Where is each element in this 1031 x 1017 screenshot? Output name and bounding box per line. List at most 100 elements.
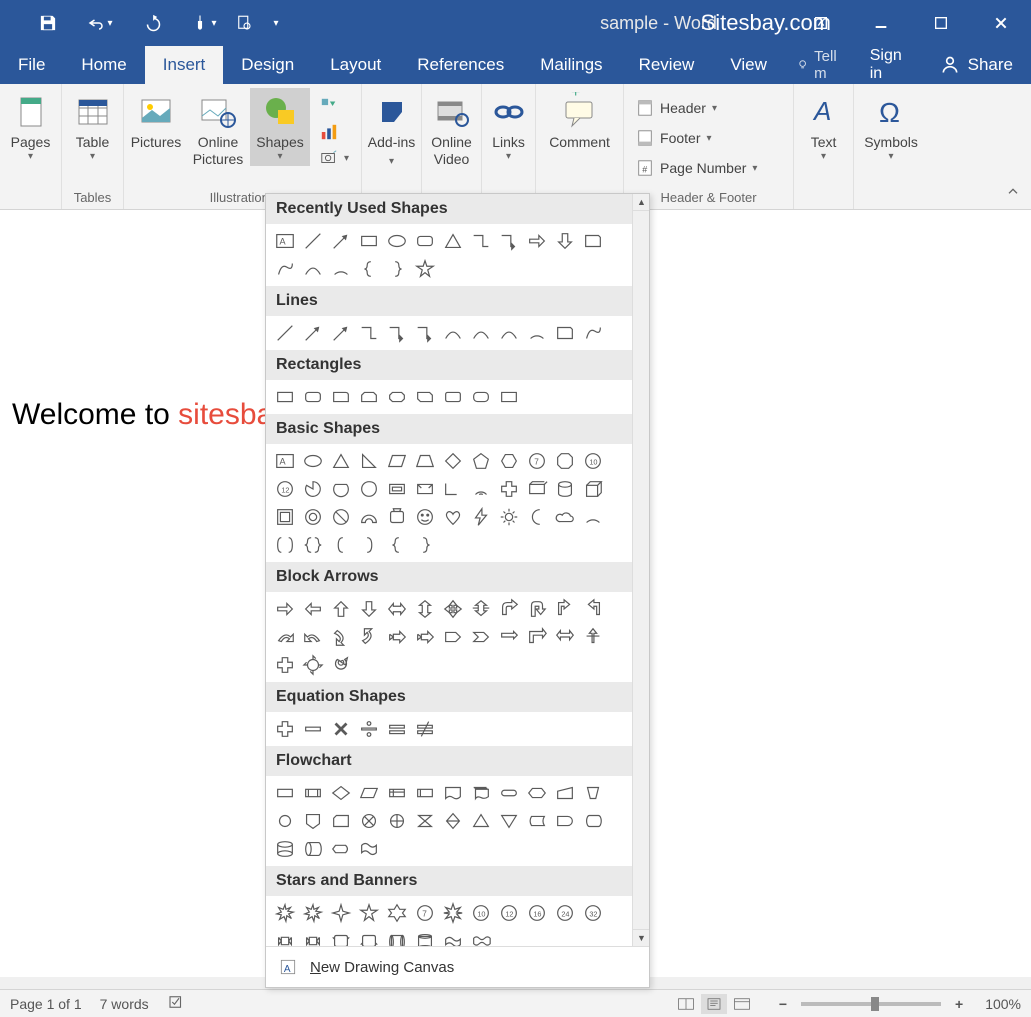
- shape-cloud[interactable]: [551, 503, 579, 531]
- tab-review[interactable]: Review: [621, 46, 713, 84]
- shape-explosion1[interactable]: [271, 899, 299, 927]
- shape-scribble[interactable]: [579, 319, 607, 347]
- shape-sort[interactable]: [439, 807, 467, 835]
- shape-arrow-d[interactable]: [551, 227, 579, 255]
- shape-curved-r[interactable]: [271, 623, 299, 651]
- collapse-ribbon-icon[interactable]: [1005, 184, 1021, 205]
- shape-elbow-2arrow[interactable]: [411, 319, 439, 347]
- shape-pie[interactable]: [299, 475, 327, 503]
- shape-snip2[interactable]: [355, 383, 383, 411]
- shape-snip1[interactable]: [327, 383, 355, 411]
- shape-display[interactable]: [327, 835, 355, 863]
- shape-triangle2[interactable]: [327, 447, 355, 475]
- shape-heart[interactable]: [439, 503, 467, 531]
- minimize-icon[interactable]: [861, 5, 901, 41]
- shape-cube[interactable]: [579, 475, 607, 503]
- shape-arrow-3[interactable]: [467, 595, 495, 623]
- shape-round-rect[interactable]: [411, 227, 439, 255]
- shape-textbox2[interactable]: A: [271, 447, 299, 475]
- shape-braces[interactable]: [299, 531, 327, 559]
- shape-star4[interactable]: [327, 899, 355, 927]
- page-number-button[interactable]: #Page Number ▾: [630, 156, 763, 180]
- shape-curved-d[interactable]: [327, 623, 355, 651]
- shape-chevron[interactable]: [467, 623, 495, 651]
- online-video-button[interactable]: Online Video: [424, 88, 479, 172]
- text-button[interactable]: A Text ▾: [796, 88, 851, 166]
- shape-line-2arrow[interactable]: [327, 319, 355, 347]
- shape-circular[interactable]: [299, 651, 327, 679]
- shape-callout-ud[interactable]: [579, 623, 607, 651]
- shape-line[interactable]: [271, 319, 299, 347]
- shape-rect[interactable]: [355, 227, 383, 255]
- shape-horz-scroll[interactable]: [411, 927, 439, 946]
- shape-delay[interactable]: [551, 807, 579, 835]
- shape-curved-l[interactable]: [299, 623, 327, 651]
- touch-mode-icon[interactable]: ▾: [186, 5, 222, 41]
- shape-lightning[interactable]: [467, 503, 495, 531]
- shape-arrow-lr[interactable]: [383, 595, 411, 623]
- tab-references[interactable]: References: [399, 46, 522, 84]
- shape-elbow-arrow[interactable]: [383, 319, 411, 347]
- shape-curve-2arrow[interactable]: [495, 319, 523, 347]
- save-icon[interactable]: [30, 5, 66, 41]
- shape-plaque2[interactable]: [523, 475, 551, 503]
- addins-button[interactable]: Add-ins ▾: [364, 88, 419, 172]
- new-drawing-canvas-button[interactable]: A New Drawing Canvas: [266, 946, 649, 987]
- shape-round-diag[interactable]: [495, 383, 523, 411]
- shape-circular2[interactable]: [327, 651, 355, 679]
- shape-callout-d[interactable]: [523, 623, 551, 651]
- shape-textbox[interactable]: A: [271, 227, 299, 255]
- shape-elbow[interactable]: [467, 227, 495, 255]
- shape-collate[interactable]: [411, 807, 439, 835]
- shape-half-frame[interactable]: [411, 475, 439, 503]
- shape-callout-r[interactable]: [495, 623, 523, 651]
- shape-freeform2[interactable]: [551, 319, 579, 347]
- shape-l-shape[interactable]: [439, 475, 467, 503]
- shape-line[interactable]: [299, 227, 327, 255]
- shape-bent-up[interactable]: [579, 595, 607, 623]
- close-icon[interactable]: [981, 5, 1021, 41]
- tab-file[interactable]: File: [0, 46, 63, 84]
- shape-arrow-ud[interactable]: [411, 595, 439, 623]
- shape-seq-access[interactable]: [579, 807, 607, 835]
- signin-button[interactable]: Sign in: [854, 46, 922, 84]
- page-indicator[interactable]: Page 1 of 1: [10, 996, 82, 1012]
- shape-teardrop[interactable]: [355, 475, 383, 503]
- shape-pentagon-arrow[interactable]: [439, 623, 467, 651]
- shape-callout-quad[interactable]: [271, 651, 299, 679]
- shape-decision[interactable]: [327, 779, 355, 807]
- shape-moon[interactable]: [523, 503, 551, 531]
- shape-data[interactable]: [355, 779, 383, 807]
- shape-minus[interactable]: [299, 715, 327, 743]
- shape-arc[interactable]: [327, 255, 355, 283]
- shape-explosion2[interactable]: [299, 899, 327, 927]
- shape-bracket-l[interactable]: [327, 531, 355, 559]
- shape-extract[interactable]: [467, 807, 495, 835]
- shape-ribbon-up[interactable]: [271, 927, 299, 946]
- shape-or[interactable]: [383, 807, 411, 835]
- shape-folded-corner[interactable]: [383, 503, 411, 531]
- web-layout-icon[interactable]: [729, 994, 755, 1014]
- share-button[interactable]: Share: [922, 46, 1031, 84]
- tab-home[interactable]: Home: [63, 46, 144, 84]
- shape-no-symbol[interactable]: [327, 503, 355, 531]
- shape-arrow-left[interactable]: [299, 595, 327, 623]
- shape-rect2[interactable]: [271, 383, 299, 411]
- shape-merge[interactable]: [495, 807, 523, 835]
- shape-parallelogram[interactable]: [383, 447, 411, 475]
- shape-star[interactable]: [411, 255, 439, 283]
- shape-star24[interactable]: 24: [551, 899, 579, 927]
- shape-alt-process[interactable]: [299, 779, 327, 807]
- shape-arrow-right[interactable]: [271, 595, 299, 623]
- shape-stored-data[interactable]: [523, 807, 551, 835]
- spell-check-icon[interactable]: [167, 993, 185, 1014]
- shape-decagon[interactable]: 10: [579, 447, 607, 475]
- shape-brace-l[interactable]: [355, 255, 383, 283]
- shape-brace-r2[interactable]: [411, 531, 439, 559]
- shape-bevel[interactable]: [271, 503, 299, 531]
- shape-smiley[interactable]: [411, 503, 439, 531]
- zoom-thumb[interactable]: [871, 997, 879, 1011]
- shape-wave[interactable]: [439, 927, 467, 946]
- shape-oval[interactable]: [383, 227, 411, 255]
- links-button[interactable]: Links ▾: [484, 88, 533, 166]
